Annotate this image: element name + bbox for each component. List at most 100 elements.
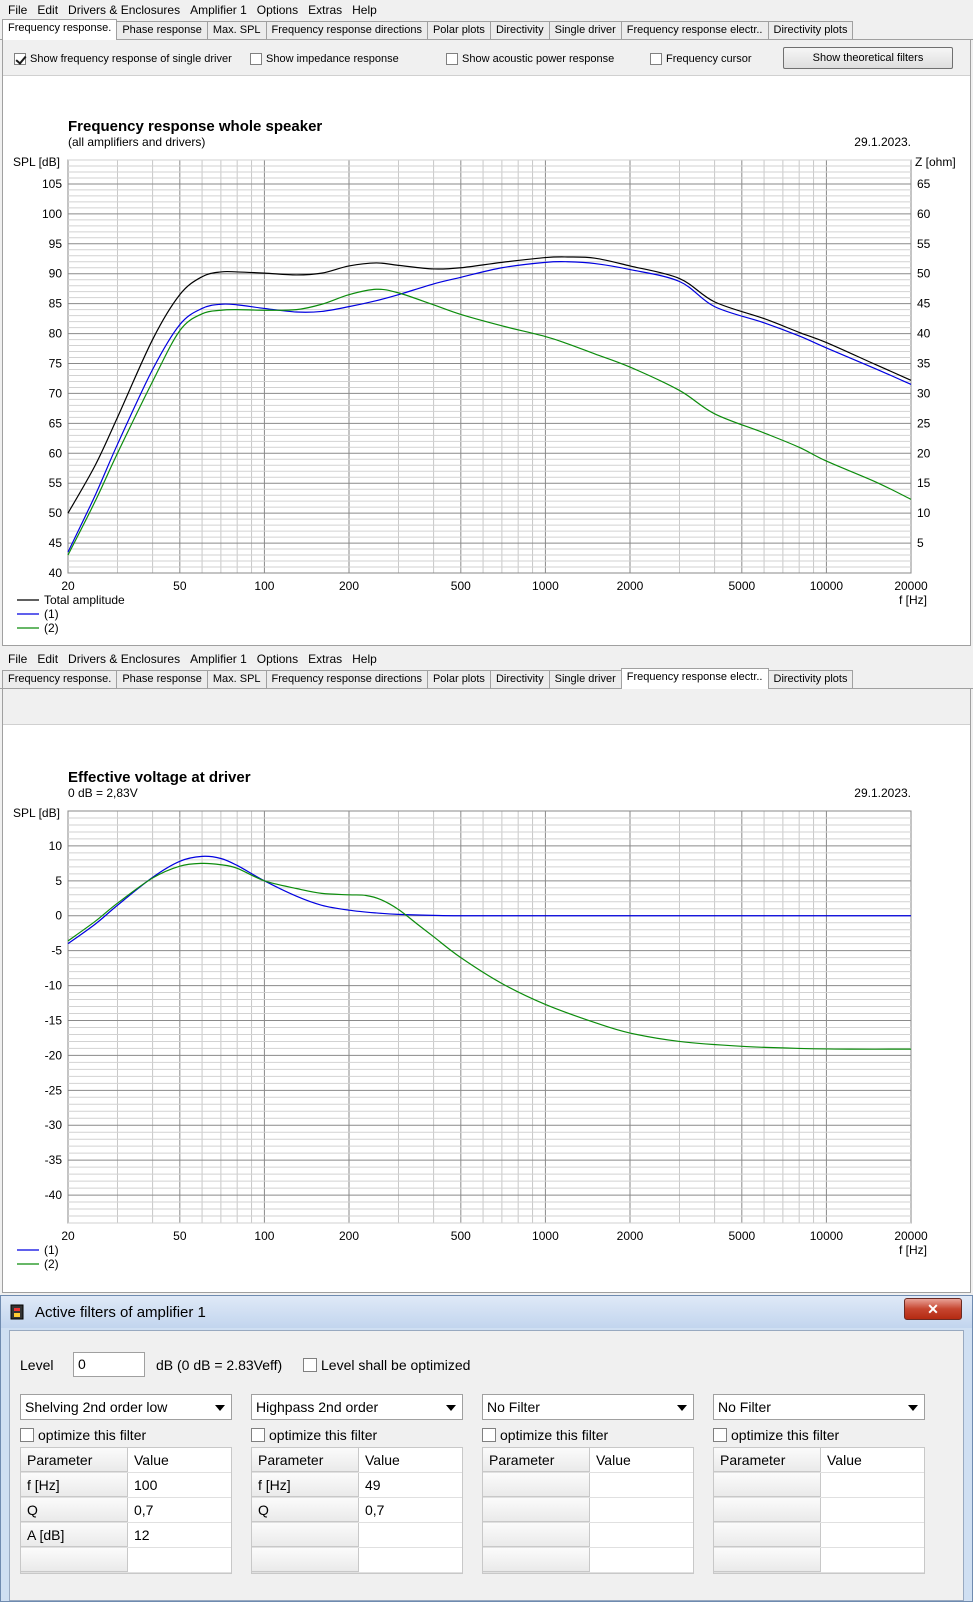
menubar: File Edit Drivers & Enclosures Amplifier 1O…	[0, 0, 973, 19]
parameter-value[interactable]	[359, 1548, 462, 1572]
x-tick-label: 500	[451, 579, 471, 593]
parameter-value[interactable]: 100	[128, 1473, 231, 1497]
table-row[interactable]	[252, 1523, 462, 1548]
y-tick-label: 70	[49, 386, 63, 400]
optimize-filter-checkbox[interactable]: optimize this filter	[20, 1427, 146, 1443]
y-tick-label: 5	[55, 874, 62, 888]
table-row[interactable]	[483, 1498, 693, 1523]
menu-item[interactable]: Amplifier 1	[186, 652, 253, 666]
optimize-filter-checkbox[interactable]: optimize this filter	[482, 1427, 608, 1443]
table-row[interactable]	[714, 1523, 924, 1548]
parameter-value[interactable]: 12	[128, 1523, 231, 1547]
tab[interactable]: Frequency response directions	[265, 670, 428, 688]
table-row[interactable]	[252, 1548, 462, 1573]
tab[interactable]: Max. SPL	[206, 21, 267, 39]
parameter-value[interactable]: 49	[359, 1473, 462, 1497]
x-tick-label: 200	[339, 1229, 359, 1243]
parameter-value[interactable]	[821, 1548, 924, 1572]
table-row[interactable]: Q 0,7	[252, 1498, 462, 1523]
menu-item[interactable]: Extras	[304, 652, 348, 666]
menu-item[interactable]: File	[4, 3, 33, 17]
table-row[interactable]	[21, 1548, 231, 1573]
tab[interactable]: Directivity plots	[767, 670, 854, 688]
parameter-value[interactable]	[590, 1498, 693, 1522]
menu-item[interactable]: Extras	[304, 3, 348, 17]
tab[interactable]: Frequency response.	[2, 670, 118, 688]
grid-header: Parameter Value	[252, 1448, 462, 1473]
impedance-checkbox[interactable]: Show impedance response	[250, 53, 399, 65]
level-optimize-checkbox[interactable]: Level shall be optimized	[303, 1357, 470, 1373]
frequency-response-window: File Edit Drivers & Enclosures Amplifier 1O…	[0, 0, 973, 648]
tab[interactable]: Phase response	[116, 21, 208, 39]
tab[interactable]: Single driver	[548, 670, 622, 688]
menu-item[interactable]: Edit	[33, 3, 64, 17]
tab[interactable]: Directivity	[489, 21, 550, 39]
parameter-value[interactable]: 0,7	[359, 1498, 462, 1522]
parameter-value[interactable]	[590, 1473, 693, 1497]
level-input[interactable]: 0	[73, 1352, 145, 1377]
legend-entry: (2)	[44, 621, 59, 635]
x-tick-label: 5000	[728, 1229, 755, 1243]
menu-item[interactable]: Help	[348, 3, 383, 17]
parameter-value[interactable]	[821, 1523, 924, 1547]
optimize-filter-checkbox[interactable]: optimize this filter	[713, 1427, 839, 1443]
table-row[interactable]	[714, 1548, 924, 1573]
table-row[interactable]	[714, 1473, 924, 1498]
parameter-value[interactable]	[821, 1473, 924, 1497]
y2-tick-label: 25	[917, 416, 931, 430]
table-row[interactable]: A [dB] 12	[21, 1523, 231, 1548]
menu-item[interactable]: Help	[348, 652, 383, 666]
checkbox-icon	[482, 1428, 496, 1442]
table-row[interactable]	[483, 1548, 693, 1573]
plot-area	[67, 159, 912, 574]
table-row[interactable]: Q 0,7	[21, 1498, 231, 1523]
menu-item[interactable]: Edit	[33, 652, 64, 666]
checkbox-label: Level shall be optimized	[321, 1357, 471, 1373]
table-row[interactable]: f [Hz] 100	[21, 1473, 231, 1498]
frequency-cursor-checkbox[interactable]: Frequency cursor	[650, 53, 752, 65]
show-theoretical-filters-button[interactable]: Show theoretical filters	[783, 47, 953, 69]
parameter-value[interactable]	[359, 1523, 462, 1547]
x-axis-label: f [Hz]	[899, 593, 927, 607]
menu-item[interactable]: Amplifier 1	[186, 3, 253, 17]
parameter-value[interactable]	[590, 1548, 693, 1572]
parameter-value[interactable]	[128, 1548, 231, 1572]
table-row[interactable]	[714, 1498, 924, 1523]
column-header: Value	[827, 1452, 862, 1468]
dialog-titlebar: Active filters of amplifier 1 ✕	[1, 1296, 972, 1328]
menu-item[interactable]: Options	[253, 3, 304, 17]
tab[interactable]: Frequency response.	[2, 19, 118, 40]
table-row[interactable]	[483, 1523, 693, 1548]
tab[interactable]: Frequency response electr..	[620, 21, 769, 39]
parameter-name	[252, 1548, 359, 1572]
menu-item[interactable]: File	[4, 652, 33, 666]
filter-type-select[interactable]: No Filter	[482, 1394, 694, 1420]
parameter-value[interactable]	[821, 1498, 924, 1522]
table-row[interactable]: f [Hz] 49	[252, 1473, 462, 1498]
tab[interactable]: Frequency response electr..	[620, 668, 769, 689]
menu-item[interactable]: Drivers & Enclosures	[64, 3, 186, 17]
tab[interactable]: Polar plots	[426, 670, 491, 688]
tab[interactable]: Single driver	[548, 21, 622, 39]
parameter-value[interactable]: 0,7	[128, 1498, 231, 1522]
active-filters-dialog: Active filters of amplifier 1 ✕ Level 0 …	[0, 1295, 973, 1602]
tab[interactable]: Frequency response directions	[265, 21, 428, 39]
tab[interactable]: Directivity plots	[767, 21, 854, 39]
tab[interactable]: Directivity	[489, 670, 550, 688]
optimize-filter-checkbox[interactable]: optimize this filter	[251, 1427, 377, 1443]
menu-item[interactable]: Drivers & Enclosures	[64, 652, 186, 666]
filter-type-select[interactable]: Highpass 2nd order	[251, 1394, 463, 1420]
menu-item[interactable]: Options	[253, 652, 304, 666]
single-driver-checkbox[interactable]: Show frequency response of single driver	[14, 53, 232, 65]
y2-tick-label: 10	[917, 506, 931, 520]
tab[interactable]: Polar plots	[426, 21, 491, 39]
parameter-value[interactable]	[590, 1523, 693, 1547]
table-row[interactable]	[483, 1473, 693, 1498]
filter-type-select[interactable]: Shelving 2nd order low	[20, 1394, 232, 1420]
close-button[interactable]: ✕	[904, 1298, 962, 1320]
tab[interactable]: Phase response	[116, 670, 208, 688]
acoustic-power-checkbox[interactable]: Show acoustic power response	[446, 53, 614, 65]
tab[interactable]: Max. SPL	[206, 670, 267, 688]
filter-type-select[interactable]: No Filter	[713, 1394, 925, 1420]
x-tick-label: 50	[173, 1229, 187, 1243]
